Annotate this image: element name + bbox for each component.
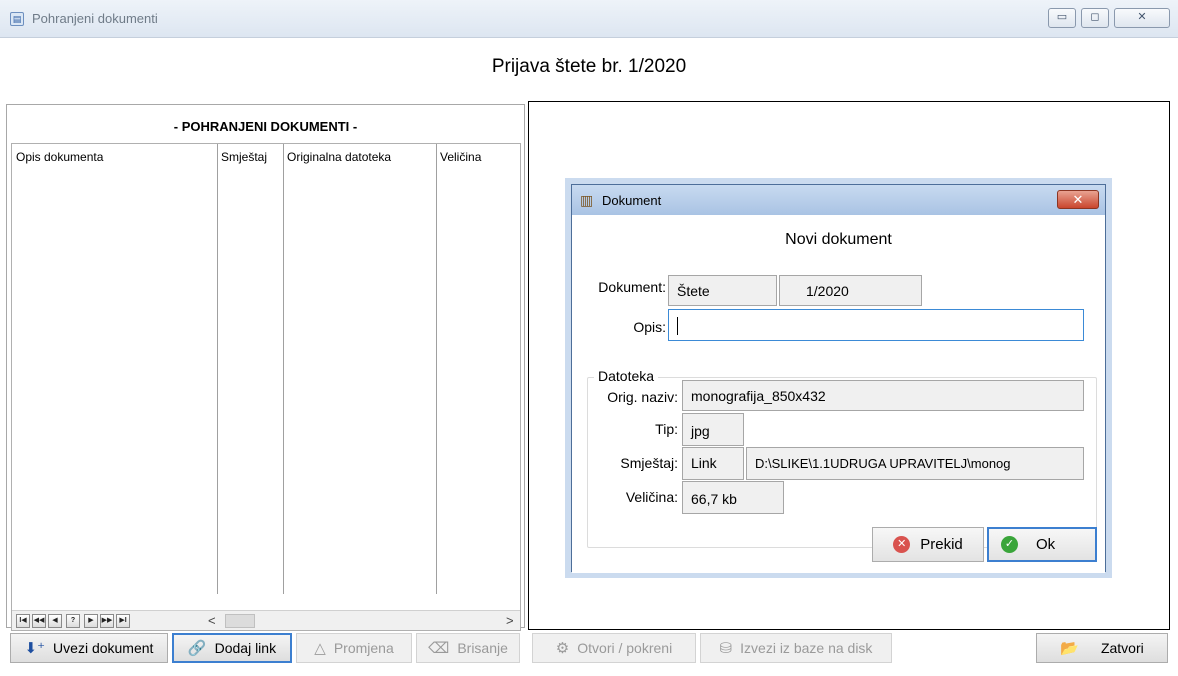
promjena-label: Promjena	[333, 640, 394, 656]
tip-label: Tip:	[655, 421, 678, 437]
otvori-pokreni-button[interactable]: ⚙ Otvori / pokreni	[532, 633, 696, 663]
nav-last-button[interactable]: ▶I	[116, 614, 130, 628]
column-header-smjestaj[interactable]: Smještaj	[221, 150, 267, 164]
dokument-type-field: Štete	[668, 275, 777, 306]
smjestaj-label: Smještaj:	[620, 455, 678, 471]
dialog-heading: Novi dokument	[785, 231, 892, 248]
gear-icon: ⚙	[555, 639, 570, 657]
dodaj-link-label: Dodaj link	[214, 640, 277, 656]
prekid-button[interactable]: ✕ Prekid	[872, 527, 984, 562]
orig-naziv-field: monografija_850x432	[682, 380, 1084, 411]
opis-label: Opis:	[633, 319, 666, 335]
uvezi-dokument-button[interactable]: ⬇⁺ Uvezi dokument	[10, 633, 168, 663]
izvezi-label: Izvezi iz baze na disk	[740, 640, 873, 656]
documents-panel: - POHRANJENI DOKUMENTI - Opis dokumenta …	[6, 104, 525, 631]
nav-first-button[interactable]: I◀	[16, 614, 30, 628]
app-icon: ▤	[10, 12, 24, 26]
zatvori-button[interactable]: 📂 Zatvori	[1036, 633, 1168, 663]
column-divider	[436, 144, 437, 594]
dokument-number-field: 1/2020	[779, 275, 922, 306]
tip-field: jpg	[682, 413, 744, 446]
ok-button[interactable]: ✓ Ok	[987, 527, 1097, 562]
cancel-x-icon: ✕	[893, 536, 911, 553]
ok-label: Ok	[1036, 536, 1056, 553]
horizontal-scroll-thumb[interactable]	[225, 614, 255, 628]
dokument-label: Dokument:	[598, 279, 666, 295]
otvori-label: Otvori / pokreni	[577, 640, 673, 656]
edit-triangle-icon: △	[314, 639, 326, 657]
window-titlebar: ▤ Pohranjeni dokumenti ▭ ◻ ✕	[0, 0, 1178, 38]
nav-prev-button[interactable]: ◀	[48, 614, 62, 628]
dialog-close-button[interactable]: ✕	[1057, 190, 1099, 209]
dialog-title: Dokument	[602, 193, 662, 208]
close-window-button[interactable]: ✕	[1114, 8, 1170, 28]
nav-next-button[interactable]: ▶	[84, 614, 98, 628]
check-icon: ✓	[1001, 536, 1018, 553]
eraser-icon: ⌫	[428, 639, 450, 657]
folder-open-icon: 📂	[1060, 639, 1079, 657]
velicina-field: 66,7 kb	[682, 481, 784, 514]
zatvori-label: Zatvori	[1100, 640, 1144, 656]
column-divider	[217, 144, 218, 594]
smjestaj-field: Link	[682, 447, 744, 480]
import-arrow-icon: ⬇⁺	[24, 639, 46, 657]
izvezi-button[interactable]: ⛁ Izvezi iz baze na disk	[700, 633, 892, 663]
maximize-button[interactable]: ◻	[1081, 8, 1109, 28]
path-field: D:\SLIKE\1.1UDRUGA UPRAVITELJ\monog	[746, 447, 1084, 480]
building-icon: ▥	[580, 192, 594, 208]
window-title: Pohranjeni dokumenti	[32, 11, 158, 26]
nav-prev-page-button[interactable]: ◀◀	[32, 614, 46, 628]
nav-search-button[interactable]: ?	[66, 614, 80, 628]
uvezi-label: Uvezi dokument	[53, 640, 154, 656]
opis-input[interactable]	[668, 309, 1084, 341]
promjena-button[interactable]: △ Promjena	[296, 633, 412, 663]
link-icon: 🔗	[187, 639, 207, 657]
text-caret	[677, 317, 678, 335]
scroll-left-arrow[interactable]: <	[208, 613, 216, 628]
column-divider	[283, 144, 284, 594]
brisanje-button[interactable]: ⌫ Brisanje	[416, 633, 520, 663]
dialog-body: Novi dokument Dokument: Štete 1/2020 Opi…	[572, 215, 1105, 573]
prekid-label: Prekid	[920, 536, 963, 553]
dialog-titlebar: ▥ Dokument ✕	[572, 185, 1105, 215]
dodaj-link-button[interactable]: 🔗 Dodaj link	[172, 633, 292, 663]
documents-caption: - POHRANJENI DOKUMENTI -	[173, 119, 358, 134]
orig-naziv-label: Orig. naziv:	[607, 389, 678, 405]
dokument-dialog: ▥ Dokument ✕ Novi dokument Dokument: Šte…	[571, 184, 1106, 573]
form-heading: Prijava štete br. 1/2020	[491, 56, 687, 77]
column-header-opis[interactable]: Opis dokumenta	[16, 150, 103, 164]
brisanje-label: Brisanje	[457, 640, 508, 656]
column-header-velicina[interactable]: Veličina	[440, 150, 481, 164]
velicina-label: Veličina:	[625, 489, 678, 505]
documents-grid[interactable]: Opis dokumenta Smještaj Originalna datot…	[11, 143, 521, 631]
nav-next-page-button[interactable]: ▶▶	[100, 614, 114, 628]
datoteka-group-title: Datoteka	[594, 368, 659, 384]
minimize-button[interactable]: ▭	[1048, 8, 1076, 28]
column-header-originalna[interactable]: Originalna datoteka	[287, 150, 391, 164]
grid-navigator: I◀ ◀◀ ◀ ? ▶ ▶▶ ▶I < >	[12, 610, 520, 630]
export-disk-icon: ⛁	[719, 639, 733, 657]
scroll-right-arrow[interactable]: >	[506, 613, 514, 628]
